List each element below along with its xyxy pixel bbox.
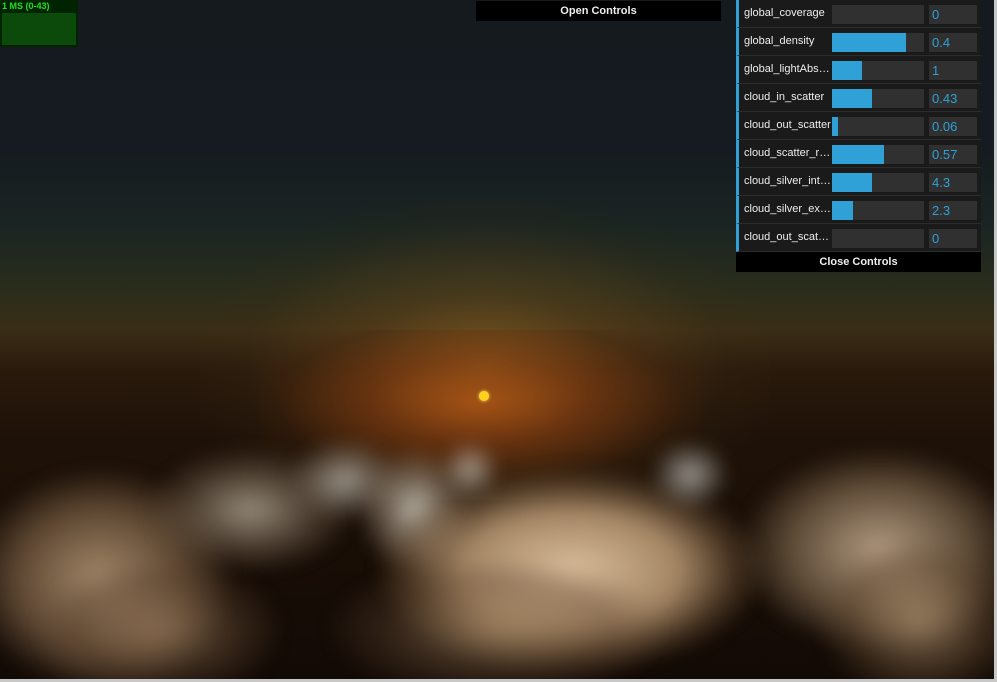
controller-label: cloud_out_scatter_ambient: [744, 231, 832, 243]
controller-slider[interactable]: [832, 145, 924, 164]
controller-value-input[interactable]: [929, 229, 977, 248]
controller-value-input[interactable]: [929, 173, 977, 192]
controller-slider[interactable]: [832, 117, 924, 136]
controller-value-input[interactable]: [929, 61, 977, 80]
stats-monitor[interactable]: 1 MS (0-43): [0, 0, 78, 47]
slider-fill: [832, 117, 838, 136]
controller-value-input[interactable]: [929, 89, 977, 108]
controller-row: cloud_out_scatter: [736, 112, 981, 140]
open-controls-button[interactable]: Open Controls: [476, 1, 721, 21]
controller-value-input[interactable]: [929, 5, 977, 24]
controller-row: cloud_out_scatter_ambient: [736, 224, 981, 252]
controller-label: global_coverage: [744, 7, 825, 19]
controls-panel: global_coverage global_density global_ligh…: [736, 0, 981, 272]
controller-slider[interactable]: [832, 5, 924, 24]
controller-row: global_lightAbsorption: [736, 56, 981, 84]
sun: [479, 391, 489, 401]
controller-row: cloud_silver_exponent: [736, 196, 981, 224]
close-controls-button[interactable]: Close Controls: [736, 252, 981, 272]
controller-label: cloud_in_scatter: [744, 91, 825, 103]
stats-label: 1 MS (0-43): [2, 1, 50, 11]
controller-row: cloud_scatter_ratio: [736, 140, 981, 168]
controller-label: cloud_silver_exponent: [744, 203, 832, 215]
controller-value-input[interactable]: [929, 117, 977, 136]
controller-slider[interactable]: [832, 173, 924, 192]
stats-graph: [2, 13, 76, 45]
controller-row: global_coverage: [736, 0, 981, 28]
slider-fill: [832, 33, 906, 52]
controller-slider[interactable]: [832, 201, 924, 220]
slider-fill: [832, 201, 853, 220]
slider-fill: [832, 145, 884, 164]
controller-value-input[interactable]: [929, 33, 977, 52]
controller-value-input[interactable]: [929, 201, 977, 220]
controller-label: cloud_silver_intensity: [744, 175, 832, 187]
controller-label: cloud_scatter_ratio: [744, 147, 832, 159]
controller-row: global_density: [736, 28, 981, 56]
controller-label: global_lightAbsorption: [744, 63, 832, 75]
controller-slider[interactable]: [832, 33, 924, 52]
controller-row: cloud_in_scatter: [736, 84, 981, 112]
controller-label: cloud_out_scatter: [744, 119, 831, 131]
slider-fill: [832, 89, 872, 108]
controller-value-input[interactable]: [929, 145, 977, 164]
controller-slider[interactable]: [832, 229, 924, 248]
slider-fill: [832, 173, 872, 192]
controller-slider[interactable]: [832, 89, 924, 108]
slider-fill: [832, 61, 862, 80]
controller-row: cloud_silver_intensity: [736, 168, 981, 196]
controller-slider[interactable]: [832, 61, 924, 80]
controller-label: global_density: [744, 35, 815, 47]
